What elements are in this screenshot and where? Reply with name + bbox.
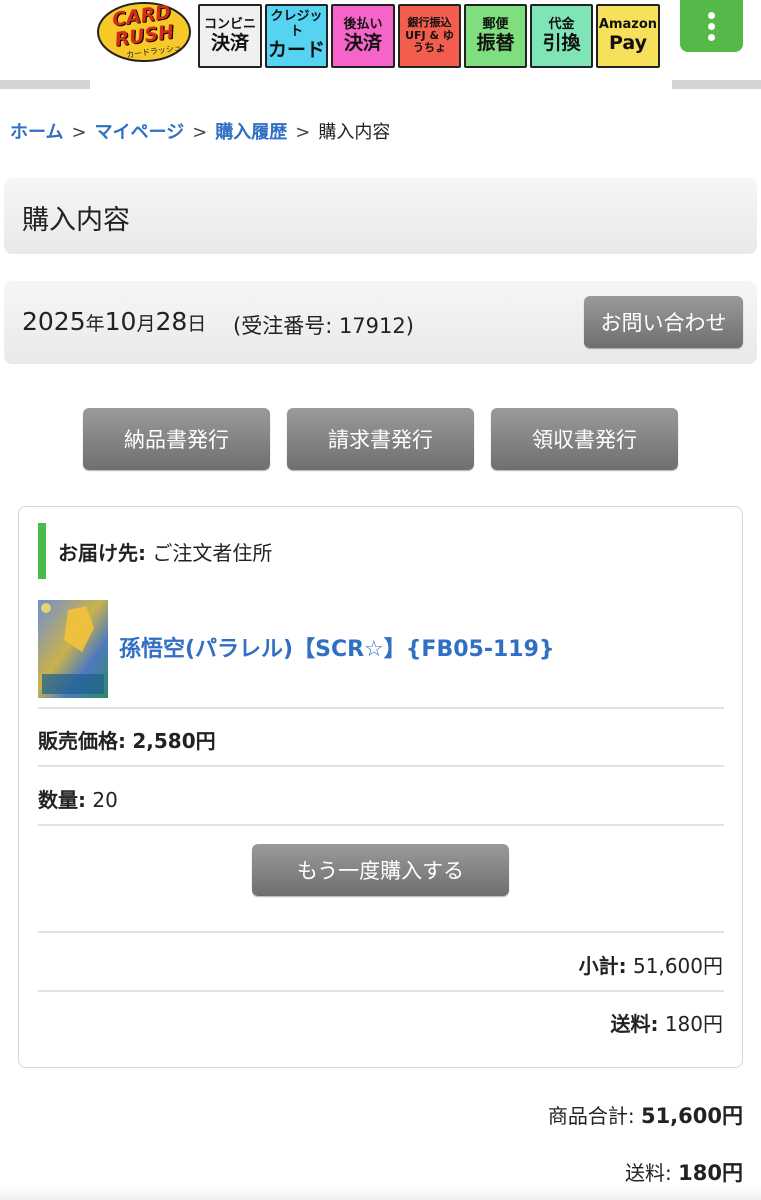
divider	[38, 824, 724, 826]
invoice-button[interactable]: 請求書発行	[287, 408, 474, 470]
header-divider	[0, 80, 90, 89]
divider	[38, 765, 724, 767]
payment-badge: Amazon Pay	[596, 4, 660, 68]
breadcrumb-separator: >	[71, 122, 87, 143]
shipping-row: 送料: 180円	[610, 1012, 723, 1036]
rebuy-button[interactable]: もう一度購入する	[252, 844, 509, 896]
breadcrumb-separator: >	[295, 122, 311, 143]
payment-badge: 後払い 決済	[331, 4, 395, 68]
page-fade	[0, 1186, 761, 1200]
product-name-link[interactable]: 孫悟空(パラレル)【SCR☆】{FB05-119}	[119, 631, 555, 663]
product-thumbnail[interactable]	[38, 600, 108, 698]
delivery-note-button[interactable]: 納品書発行	[83, 408, 270, 470]
site-header: CARD RUSH カードラッシュ コンビニ 決済 クレジット カード 後払い 決済 銀行振…	[0, 0, 761, 90]
payment-badge: 銀行振込 UFJ & ゆうちょ	[398, 4, 461, 68]
delivery-address: お届け先: ご注文者住所	[38, 523, 272, 579]
receipt-button[interactable]: 領収書発行	[491, 408, 678, 470]
page-title: 購入内容	[22, 205, 130, 236]
delivery-label: お届け先:	[58, 540, 146, 565]
payment-badge: コンビニ 決済	[198, 4, 262, 68]
header-divider	[672, 80, 761, 89]
breadcrumb-separator: >	[192, 122, 208, 143]
delivery-value: ご注文者住所	[152, 540, 273, 565]
divider	[38, 707, 724, 709]
subtotal-row: 小計: 51,600円	[578, 954, 723, 978]
kebab-menu-icon[interactable]	[680, 0, 743, 52]
price-row: 販売価格: 2,580円	[38, 729, 216, 753]
contact-button[interactable]: お問い合わせ	[584, 296, 743, 348]
goods-total: 商品合計: 51,600円	[547, 1104, 743, 1128]
order-item-box: お届け先: ご注文者住所 孫悟空(パラレル)【SCR☆】{FB05-119} 販…	[18, 506, 743, 1068]
quantity-row: 数量: 20	[38, 788, 118, 812]
divider	[38, 931, 724, 933]
payment-badge: 代金 引換	[530, 4, 593, 68]
breadcrumb-link-home[interactable]: ホーム	[10, 122, 63, 143]
breadcrumb-current: 購入内容	[318, 122, 391, 143]
breadcrumb: ホーム > マイページ > 購入履歴 > 購入内容	[10, 121, 390, 145]
shipping-total: 送料: 180円	[625, 1161, 743, 1185]
order-date: 2025年10月28日	[22, 307, 207, 336]
payment-badge: クレジット カード	[265, 4, 328, 68]
breadcrumb-link-mypage[interactable]: マイページ	[95, 122, 185, 143]
divider	[38, 990, 724, 992]
payment-badge: 郵便 振替	[464, 4, 527, 68]
order-number: (受注番号: 17912)	[233, 314, 414, 338]
page-title-panel: 購入内容	[4, 178, 757, 254]
breadcrumb-link-history[interactable]: 購入履歴	[215, 122, 287, 143]
order-header-panel: 2025年10月28日 (受注番号: 17912) お問い合わせ	[4, 281, 757, 364]
